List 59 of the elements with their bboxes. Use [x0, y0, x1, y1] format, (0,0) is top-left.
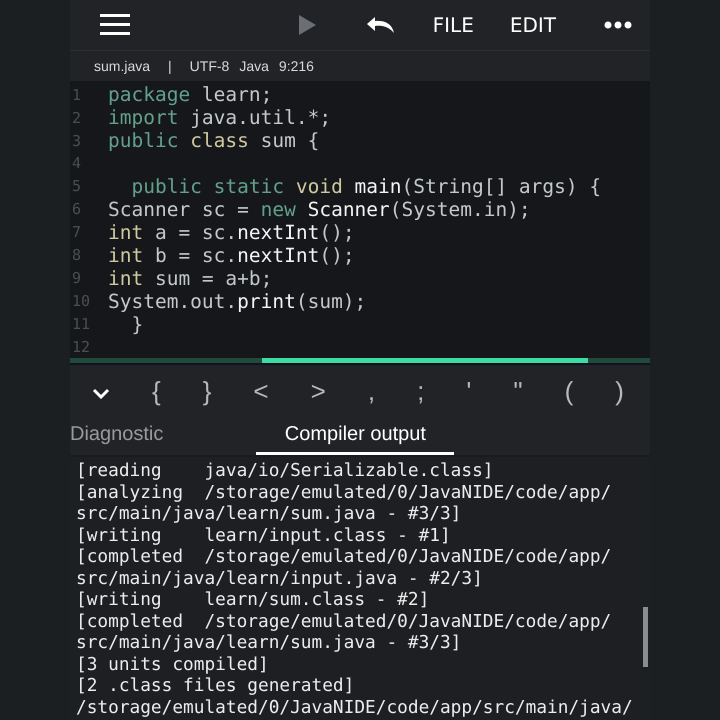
status-text: sum.java: [94, 58, 150, 74]
line-number: 11: [71, 315, 92, 333]
scrollbar-thumb[interactable]: [262, 358, 588, 363]
menu-icon: [100, 14, 130, 36]
line-number: 8: [71, 246, 82, 264]
line-number: 3: [71, 132, 82, 150]
output-line: [completed /storage/emulated/0/JavaNIDE/code/app/: [76, 610, 612, 632]
status-text: UTF-8: [190, 58, 230, 74]
output-line: [analyzing /storage/emulated/0/JavaNIDE/code/app/: [76, 482, 612, 503]
line-number: 2: [71, 108, 82, 126]
menu-button[interactable]: EDIT: [506, 9, 560, 41]
code-line: int sum = a+b;: [108, 266, 272, 290]
chevron-down-icon: [92, 388, 110, 400]
menu-button[interactable]: FILE: [428, 9, 478, 41]
output-line: [2 .class files generated]: [76, 675, 356, 696]
code-line: int a = sc.nextInt();: [108, 220, 355, 244]
more-icon: [604, 21, 632, 29]
code-line: int b = sc.nextInt();: [108, 244, 355, 266]
play-icon: [296, 14, 317, 36]
status-text: Java: [239, 58, 269, 74]
symbol-key[interactable]: >: [304, 376, 332, 406]
symbol-key[interactable]: <: [247, 376, 275, 406]
line-number: 5: [71, 177, 82, 195]
line-number: 9: [71, 269, 82, 287]
symbol-key[interactable]: ,: [362, 376, 382, 406]
code-line: public class sum {: [108, 129, 320, 152]
code-line: Scanner sc = new Scanner(System.in);: [108, 198, 531, 220]
symbol-key[interactable]: ;: [411, 376, 430, 406]
scrollbar-thumb[interactable]: [643, 607, 648, 667]
code-line: public static void main(String[] args) {: [130, 174, 602, 198]
output-line: [reading java/io/Serializable.class]: [76, 460, 495, 482]
status-text: 9:216: [278, 58, 314, 74]
output-line: [3 units compiled]: [76, 654, 270, 675]
symbol-key[interactable]: ': [460, 376, 478, 406]
code-line: package learn;: [108, 83, 272, 106]
tab[interactable]: Diagnostic: [70, 423, 164, 455]
output-line: src/main/java/learn/sum.java - #3/3]: [76, 503, 462, 524]
symbol-key[interactable]: {: [146, 376, 167, 406]
code-line: System.out.print(sum);: [108, 290, 366, 312]
undo-icon: [364, 15, 397, 35]
line-number: 1: [71, 86, 82, 104]
status-text: |: [168, 58, 172, 74]
line-number: 4: [71, 154, 82, 172]
line-number: 12: [71, 338, 92, 356]
code-line: import java.util.*;: [108, 106, 332, 129]
output-line: [writing learn/sum.class - #2]: [76, 589, 430, 610]
output-line: src/main/java/learn/input.java - #2/3]: [76, 568, 484, 589]
line-number: 6: [71, 200, 82, 218]
symbol-key[interactable]: }: [196, 376, 218, 406]
output-line: [completed /storage/emulated/0/JavaNIDE/code/app/: [76, 546, 612, 568]
symbol-key[interactable]: ": [507, 376, 529, 406]
output-line: src/main/java/learn/sum.java - #3/3]: [76, 632, 462, 654]
line-number: 10: [71, 292, 92, 310]
code-line: }: [130, 312, 144, 336]
symbol-key[interactable]: (: [558, 376, 580, 406]
symbol-key[interactable]: ): [609, 376, 630, 406]
output-line: /storage/emulated/0/JavaNIDE/code/app/src/main/java/: [76, 696, 633, 718]
line-number: 7: [71, 223, 82, 241]
output-line: [writing learn/input.class - #1]: [76, 524, 452, 546]
